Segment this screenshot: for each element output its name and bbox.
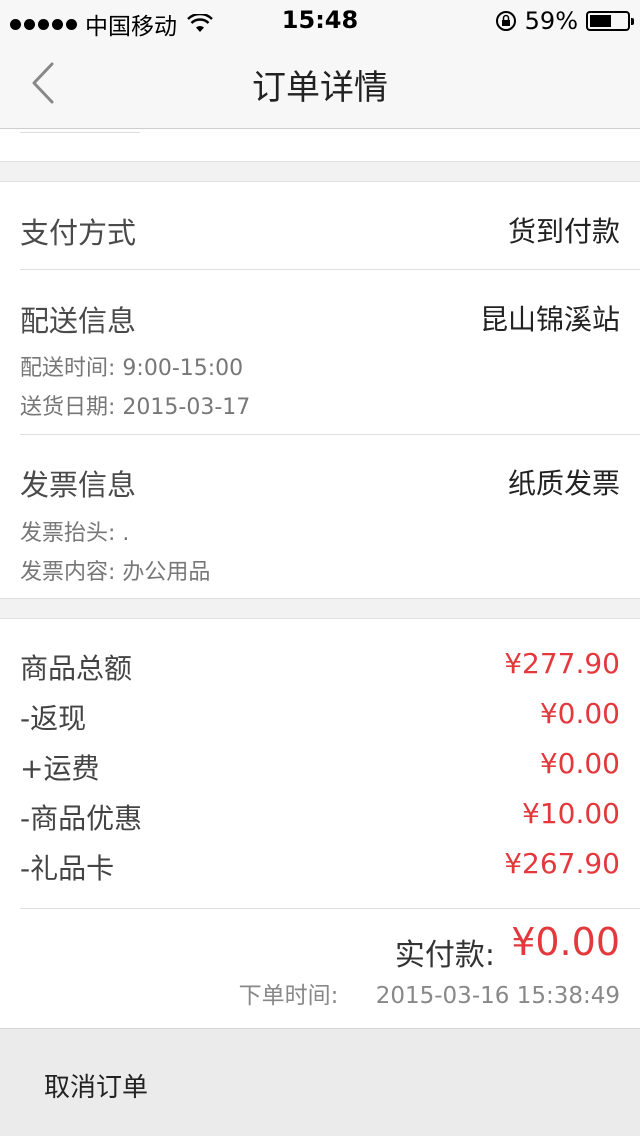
battery-level (590, 15, 612, 27)
page-title: 订单详情 (252, 68, 388, 108)
payment-method-value: 货到付款 (507, 215, 620, 248)
delivery-time: 配送时间: 9:00-15:00 (20, 350, 243, 382)
battery-icon (586, 11, 634, 31)
divider (20, 434, 640, 435)
delivery-date: 送货日期: 2015-03-17 (20, 389, 250, 421)
invoice-title-value: . (122, 521, 130, 546)
invoice-title-label: 发票抬头: (20, 521, 116, 546)
payment-method-label: 支付方式 (20, 216, 137, 250)
invoice-content-label: 发票内容: (20, 560, 116, 585)
amount-card: 商品总额 ¥277.90 -返现 ¥0.00 +运费 ¥0.00 -商品优惠 ¥… (0, 618, 640, 1030)
amount-value: ¥0.00 (539, 747, 620, 780)
delivery-info-label: 配送信息 (20, 304, 137, 338)
invoice-title: 发票抬头: . (20, 515, 129, 547)
navigation-bar: 订单详情 (0, 40, 640, 129)
delivery-date-label: 送货日期: (20, 395, 116, 420)
amount-value: ¥267.90 (504, 847, 620, 880)
amount-label: 商品总额 (20, 652, 133, 685)
order-detail-screen: 中国移动 15:48 59% 订单详情 支付方式 货到付款 配送信息 昆山锦溪站… (0, 0, 640, 1136)
amount-value: ¥10.00 (522, 797, 620, 830)
amount-label: -商品优惠 (20, 802, 143, 835)
status-bar: 中国移动 15:48 59% (0, 0, 640, 40)
battery-percent: 59% (524, 7, 578, 35)
orientation-lock-icon (495, 11, 516, 31)
order-info-card: 支付方式 货到付款 配送信息 昆山锦溪站 配送时间: 9:00-15:00 送货… (0, 181, 640, 599)
invoice-type-value: 纸质发票 (507, 467, 620, 500)
paid-amount-value: ¥0.00 (511, 920, 620, 964)
order-time: 下单时间: 2015-03-16 15:38:49 (239, 976, 620, 1010)
amount-value: ¥0.00 (539, 697, 620, 730)
delivery-time-value: 9:00-15:00 (122, 356, 244, 381)
delivery-station-value: 昆山锦溪站 (479, 303, 620, 336)
invoice-content-value: 办公用品 (122, 560, 211, 585)
product-thumbnail-edge (20, 129, 140, 133)
amount-value: ¥277.90 (504, 647, 620, 680)
amount-label: -礼品卡 (20, 852, 115, 885)
invoice-content: 发票内容: 办公用品 (20, 554, 210, 586)
amount-label: -返现 (20, 702, 87, 735)
order-time-label: 下单时间: (238, 983, 339, 1009)
cancel-order-button[interactable]: 取消订单 (44, 1067, 148, 1104)
divider (20, 908, 640, 909)
paid-amount-label: 实付款: (394, 938, 495, 973)
invoice-info-label: 发票信息 (20, 468, 137, 502)
amount-label: +运费 (20, 752, 100, 785)
divider (20, 269, 640, 270)
status-right: 59% (495, 7, 634, 35)
order-time-value: 2015-03-16 15:38:49 (375, 983, 620, 1009)
delivery-date-value: 2015-03-17 (122, 395, 251, 420)
delivery-time-label: 配送时间: (20, 356, 116, 381)
previous-section-remnant (0, 129, 640, 162)
footer-bar: 取消订单 (0, 1028, 640, 1136)
